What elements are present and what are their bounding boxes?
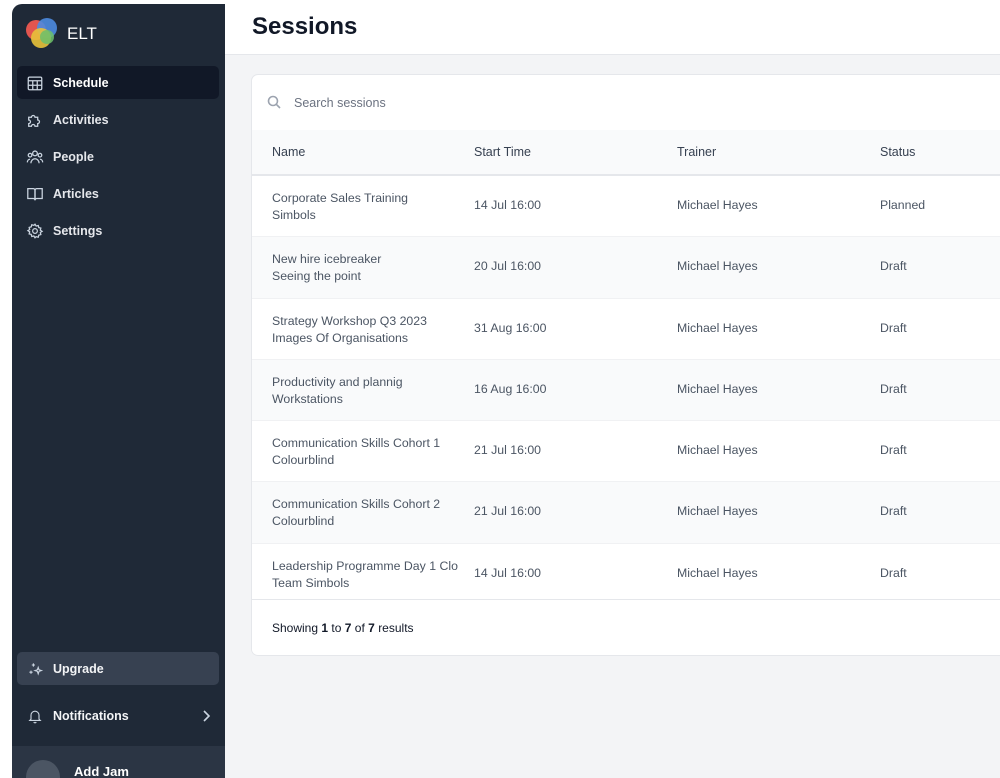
- status: Draft: [880, 259, 907, 274]
- status: Draft: [880, 320, 907, 335]
- sidebar-item-label: Settings: [53, 223, 103, 238]
- total-count: 7: [368, 621, 375, 635]
- sparkles-icon: [25, 659, 45, 679]
- session-subtitle: Colourblind: [272, 514, 335, 529]
- status: Draft: [880, 504, 907, 519]
- trainer: Michael Hayes: [677, 320, 758, 335]
- table-row[interactable]: Strategy Workshop Q3 2023 Images Of Organ…: [252, 299, 1000, 360]
- chevron-right-icon: [199, 708, 213, 724]
- page-title: Sessions: [252, 13, 358, 40]
- trainer: Michael Hayes: [677, 198, 758, 212]
- start-time: 14 Jul 16:00: [474, 198, 542, 212]
- sidebar-item-label: People: [53, 149, 94, 164]
- user-profile[interactable]: Add Jam: [12, 746, 225, 778]
- trainer: Michael Hayes: [677, 504, 758, 519]
- status: Planned: [880, 198, 926, 212]
- people-icon: [25, 147, 45, 167]
- session-name: New hire icebreaker: [272, 252, 382, 267]
- brand-name: ELT: [67, 24, 97, 43]
- status: Draft: [880, 443, 907, 458]
- start-time: 21 Jul 16:00: [474, 504, 542, 519]
- table-body: Corporate Sales Training Simbols 14 Jul 1…: [252, 176, 1000, 606]
- status: Draft: [880, 565, 907, 580]
- session-name: Strategy Workshop Q3 2023: [272, 313, 427, 328]
- session-name: Communication Skills Cohort 2: [272, 497, 441, 512]
- session-name: Leadership Programme Day 1 Clo: [272, 558, 458, 573]
- sidebar-item-label: Activities: [53, 112, 109, 127]
- pagination-summary: Showing 1 to 7 of 7 results: [272, 621, 414, 635]
- header: Sessions: [225, 0, 1000, 55]
- gear-icon: [25, 221, 45, 241]
- table-header: Name Start Time Trainer Status: [252, 130, 1000, 176]
- search-icon: [267, 95, 281, 109]
- trainer: Michael Hayes: [677, 565, 758, 580]
- table-row[interactable]: Communication Skills Cohort 1 Colourblind…: [252, 421, 1000, 483]
- brand[interactable]: ELT: [26, 18, 97, 50]
- sidebar-nav: Schedule Activities People Articles Sett…: [17, 66, 219, 251]
- table-row[interactable]: Productivity and plannig Workstations 16 …: [252, 359, 1000, 422]
- sidebar-item-label: Articles: [53, 186, 99, 201]
- range-from: 1: [321, 621, 329, 635]
- table-footer: Showing 1 to 7 of 7 results: [252, 599, 1000, 655]
- book-icon: [25, 184, 45, 204]
- trainer: Michael Hayes: [677, 381, 758, 396]
- start-time: 16 Aug 16:00: [474, 381, 547, 396]
- notifications-label: Notifications: [53, 709, 129, 723]
- session-name: Productivity and plannig: [272, 374, 403, 389]
- session-name: Corporate Sales Training: [272, 191, 409, 205]
- table-row[interactable]: Leadership Programme Day 1 Clo Team Simbo…: [252, 544, 1000, 606]
- table-row[interactable]: Corporate Sales Training Simbols 14 Jul 1…: [252, 176, 1000, 238]
- main-content: Sessions Name Start Time Trainer Status …: [225, 0, 1000, 778]
- puzzle-icon: [25, 110, 45, 130]
- calendar-icon: [25, 73, 45, 93]
- start-time: 31 Aug 16:00: [474, 320, 547, 335]
- column-header-name[interactable]: Name: [272, 145, 305, 159]
- avatar: [26, 760, 60, 778]
- table-row[interactable]: New hire icebreaker Seeing the point 20 J…: [252, 237, 1000, 299]
- range-to: 7: [344, 621, 352, 635]
- user-name: Add Jam: [74, 764, 129, 778]
- sidebar-item-people[interactable]: People: [17, 140, 219, 173]
- sidebar: ELT Schedule Activities People Articles: [12, 4, 225, 778]
- session-subtitle: Images Of Organisations: [272, 330, 409, 345]
- session-name: Communication Skills Cohort 1: [272, 436, 441, 451]
- column-header-start-time[interactable]: Start Time: [474, 145, 531, 159]
- start-time: 14 Jul 16:00: [474, 565, 542, 580]
- session-subtitle: Workstations: [272, 391, 343, 406]
- column-header-trainer[interactable]: Trainer: [677, 145, 716, 159]
- session-subtitle: Team Simbols: [272, 575, 350, 590]
- sidebar-item-settings[interactable]: Settings: [17, 214, 219, 247]
- upgrade-label: Upgrade: [53, 661, 104, 676]
- column-header-status[interactable]: Status: [880, 145, 915, 159]
- start-time: 20 Jul 16:00: [474, 259, 542, 274]
- session-subtitle: Simbols: [272, 208, 316, 222]
- sidebar-item-articles[interactable]: Articles: [17, 177, 219, 210]
- start-time: 21 Jul 16:00: [474, 443, 542, 458]
- table-row[interactable]: Communication Skills Cohort 2 Colourblind…: [252, 482, 1000, 544]
- sessions-card: Name Start Time Trainer Status Corporate…: [251, 74, 1000, 656]
- notifications-button[interactable]: Notifications: [17, 700, 219, 732]
- sidebar-item-activities[interactable]: Activities: [17, 103, 219, 136]
- sidebar-item-schedule[interactable]: Schedule: [17, 66, 219, 99]
- trainer: Michael Hayes: [677, 259, 758, 274]
- trainer: Michael Hayes: [677, 443, 758, 458]
- session-subtitle: Colourblind: [272, 453, 335, 468]
- session-subtitle: Seeing the point: [272, 269, 361, 284]
- logo-icon: [26, 18, 58, 50]
- search-bar: [252, 75, 1000, 131]
- status: Draft: [880, 381, 907, 396]
- sidebar-item-label: Schedule: [53, 75, 109, 90]
- bell-icon: [25, 706, 45, 726]
- upgrade-button[interactable]: Upgrade: [17, 652, 219, 685]
- search-input[interactable]: [292, 91, 696, 115]
